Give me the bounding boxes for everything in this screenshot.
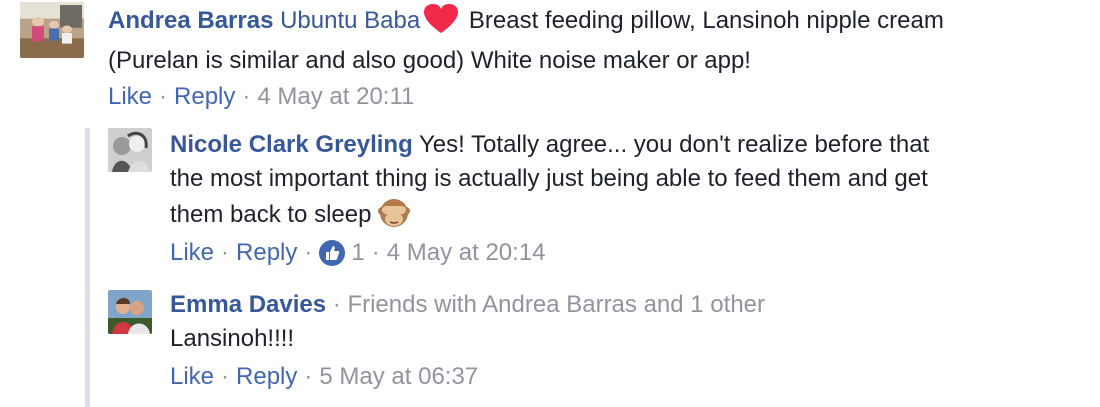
comment-text-line: the most important thing is actually jus… xyxy=(170,165,928,192)
comment-text-line: them back to sleep xyxy=(170,201,372,228)
comment-actions: Like · Reply · 1 · 4 May at 20:14 xyxy=(170,238,546,268)
comment-text-line: (Purelan is similar and also good) White… xyxy=(108,47,751,74)
like-button[interactable]: Like xyxy=(108,82,152,112)
comment-actions: Like · Reply · 4 May at 20:11 xyxy=(108,82,414,112)
thumbs-up-icon[interactable] xyxy=(319,240,346,266)
see-no-evil-monkey-icon xyxy=(377,196,411,240)
comment-body: Nicole Clark Greyling Yes! Totally agree… xyxy=(170,128,1090,240)
comment-body: Emma Davies · Friends with Andrea Barras… xyxy=(170,288,1090,356)
avatar[interactable] xyxy=(20,2,84,58)
mutual-friends-text[interactable]: Friends with Andrea Barras and 1 other xyxy=(347,291,765,318)
separator-dot: · xyxy=(304,363,313,390)
mention-link[interactable]: Ubuntu Baba xyxy=(280,7,420,34)
comment-text-line: Yes! Totally agree... you don't realize … xyxy=(419,131,930,158)
comment-actions: Like · Reply · 5 May at 06:37 xyxy=(170,362,478,392)
author-name[interactable]: Andrea Barras xyxy=(108,7,273,34)
separator-dot: · xyxy=(242,83,251,110)
reply-button[interactable]: Reply xyxy=(174,82,235,112)
timestamp[interactable]: 4 May at 20:11 xyxy=(257,82,414,112)
avatar[interactable] xyxy=(108,128,152,172)
reply-button[interactable]: Reply xyxy=(236,362,297,392)
comment-body: Andrea Barras Ubuntu Baba Breast feeding… xyxy=(108,4,1098,78)
timestamp[interactable]: 5 May at 06:37 xyxy=(319,362,478,392)
comment-text-line: Breast feeding pillow, Lansinoh nipple c… xyxy=(468,7,944,34)
reply-button[interactable]: Reply xyxy=(236,238,297,268)
avatar[interactable] xyxy=(108,290,152,334)
separator-dot: · xyxy=(221,363,230,390)
comment-text-line: Lansinoh!!!! xyxy=(170,325,295,352)
author-name[interactable]: Emma Davies xyxy=(170,291,326,318)
separator-dot: · xyxy=(332,291,348,318)
separator-dot: · xyxy=(371,239,380,266)
like-button[interactable]: Like xyxy=(170,238,214,268)
red-heart-icon xyxy=(424,4,459,44)
timestamp[interactable]: 4 May at 20:14 xyxy=(387,238,546,268)
author-name[interactable]: Nicole Clark Greyling xyxy=(170,131,413,158)
like-button[interactable]: Like xyxy=(170,362,214,392)
separator-dot: · xyxy=(304,239,313,266)
reaction-count[interactable]: 1 xyxy=(351,238,364,268)
separator-dot: · xyxy=(159,83,168,110)
separator-dot: · xyxy=(221,239,230,266)
reply-thread-line xyxy=(85,128,90,407)
